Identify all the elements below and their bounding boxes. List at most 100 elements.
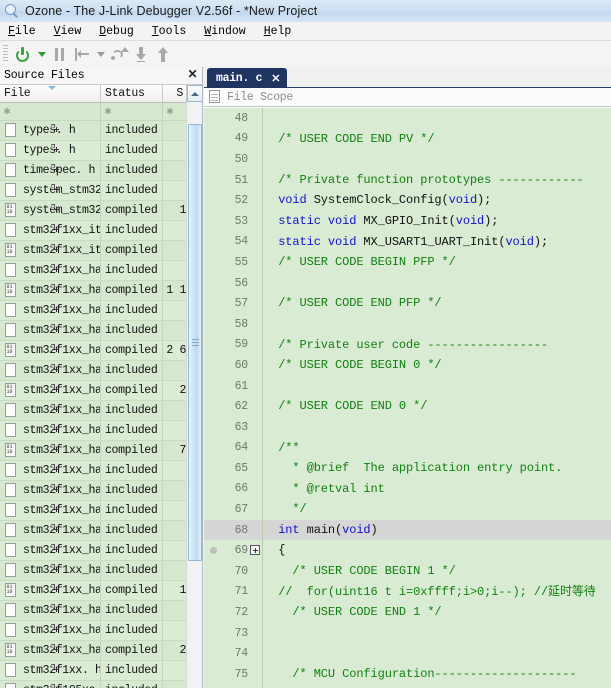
code-line[interactable]: 54 static void MX_USART1_UART_Init(void)… (204, 231, 611, 253)
line-gutter[interactable]: 57 (204, 293, 263, 314)
line-gutter[interactable]: 70 (204, 561, 263, 582)
source-file-row[interactable]: 01 10 stm32f1xx_ha compiled 7 (0, 441, 187, 461)
source-file-row[interactable]: 01 10 stm32f1xx_ha compiled 1 1 (0, 281, 187, 301)
source-file-row[interactable]: stm32f1xx_ha included (0, 481, 187, 501)
source-file-row[interactable]: 01 10 stm32f1xx_ha compiled 2 6 (0, 341, 187, 361)
menu-item-window[interactable]: Window (204, 25, 245, 38)
code-line[interactable]: 75 /* MCU Configuration-----------------… (204, 664, 611, 685)
code-line[interactable]: 61 (204, 375, 611, 397)
code-line[interactable]: 58 (204, 313, 611, 335)
source-files-scrollbar[interactable] (186, 102, 202, 688)
step-into-button[interactable] (130, 43, 152, 65)
line-gutter[interactable]: 58 (204, 313, 263, 335)
line-gutter[interactable]: 59 (204, 334, 263, 356)
tab-close-icon[interactable]: ✕ (271, 72, 280, 85)
line-gutter[interactable]: 72 (204, 602, 263, 623)
column-header-status[interactable]: Status (101, 85, 163, 102)
line-gutter[interactable]: 62 (204, 396, 263, 417)
code-line[interactable]: 71 // for(uint16 t i=0xffff;i>0;i--); //… (204, 581, 611, 603)
line-gutter[interactable]: 55 (204, 252, 263, 273)
line-gutter[interactable]: 75 (204, 664, 263, 685)
menu-item-tools[interactable]: Tools (152, 25, 187, 38)
menu-item-debug[interactable]: Debug (99, 25, 134, 38)
code-line[interactable]: 63 (204, 416, 611, 438)
code-line[interactable]: 76 (204, 684, 611, 688)
fold-expand-icon[interactable] (250, 544, 260, 555)
reset-dropdown[interactable] (93, 43, 108, 65)
close-icon[interactable]: ✕ (186, 68, 199, 81)
code-line[interactable]: 72 /* USER CODE END 1 */ (204, 602, 611, 623)
source-file-row[interactable]: stm32f1xx_ha included (0, 541, 187, 561)
line-gutter[interactable]: 68 (204, 519, 263, 541)
line-gutter[interactable]: 60 (204, 355, 263, 376)
code-line[interactable]: 70 /* USER CODE BEGIN 1 */ (204, 561, 611, 582)
code-line[interactable]: 62 /* USER CODE END 0 */ (204, 396, 611, 417)
menu-item-view[interactable]: View (54, 25, 82, 38)
source-file-row[interactable]: system_stm32 included (0, 181, 187, 201)
source-file-row[interactable]: stm32f1xx_ha included (0, 261, 187, 281)
code-line[interactable]: 50 (204, 149, 611, 170)
code-line[interactable]: 57 /* USER CODE END PFP */ (204, 293, 611, 314)
code-line[interactable]: 68 int main(void) (204, 519, 611, 541)
line-gutter[interactable]: 74 (204, 643, 263, 665)
source-file-row[interactable]: stm32f1xx. h included (0, 661, 187, 681)
code-line[interactable]: 52 void SystemClock_Config(void); (204, 190, 611, 211)
line-gutter[interactable]: 69 (204, 540, 263, 562)
code-line[interactable]: 60 /* USER CODE BEGIN 0 */ (204, 355, 611, 376)
code-line[interactable]: 48 (204, 108, 611, 129)
line-gutter[interactable]: 54 (204, 231, 263, 253)
line-gutter[interactable]: 71 (204, 581, 263, 603)
file-scope-bar[interactable]: File Scope (204, 88, 611, 107)
code-line[interactable]: 74 (204, 643, 611, 665)
code-line[interactable]: 65 * @brief The application entry point. (204, 458, 611, 479)
line-gutter[interactable]: 65 (204, 458, 263, 479)
code-line[interactable]: 64 /** (204, 437, 611, 459)
line-gutter[interactable]: 66 (204, 478, 263, 500)
power-button[interactable] (12, 43, 34, 65)
source-file-row[interactable]: 01 10 stm32f1xx_it compiled (0, 241, 187, 261)
line-gutter[interactable]: 50 (204, 149, 263, 170)
line-gutter[interactable]: 61 (204, 375, 263, 397)
line-gutter[interactable]: 76 (204, 684, 263, 688)
power-dropdown[interactable] (34, 43, 49, 65)
code-line[interactable]: 55 /* USER CODE BEGIN PFP */ (204, 252, 611, 273)
line-gutter[interactable]: 53 (204, 210, 263, 232)
source-file-row[interactable]: 01 10 system_stm32 compiled 1 (0, 201, 187, 221)
source-file-row[interactable]: stm32f1xx_ha included (0, 601, 187, 621)
line-gutter[interactable]: 67 (204, 499, 263, 520)
reset-button[interactable] (71, 43, 93, 65)
column-header-file[interactable]: File (0, 85, 101, 102)
line-gutter[interactable]: 73 (204, 622, 263, 644)
step-over-button[interactable] (108, 43, 130, 65)
line-gutter[interactable]: 51 (204, 169, 263, 191)
pause-button[interactable] (49, 43, 71, 65)
code-line[interactable]: 51 /* Private function prototypes ------… (204, 169, 611, 191)
filter-input-size[interactable]: ✻ (163, 103, 187, 121)
code-line[interactable]: 56 (204, 272, 611, 294)
source-file-row[interactable]: stm32f1xx_ha included (0, 421, 187, 441)
source-file-row[interactable]: stm32f1xx_ha included (0, 561, 187, 581)
source-file-row[interactable]: stm32f1xx_ha included (0, 361, 187, 381)
toolbar-grip[interactable] (3, 45, 8, 63)
source-file-row[interactable]: stm32f105xc. included (0, 681, 187, 688)
source-file-row[interactable]: stm32f1xx_ha included (0, 401, 187, 421)
source-file-row[interactable]: stm32f1xx_ha included (0, 321, 187, 341)
code-line[interactable]: 59 /* Private user code ----------------… (204, 334, 611, 356)
code-line[interactable]: 66 * @retval int (204, 478, 611, 500)
step-out-button[interactable] (152, 43, 174, 65)
source-file-row[interactable]: types. h included (0, 141, 187, 161)
source-file-row[interactable]: stm32f1xx_ha included (0, 461, 187, 481)
line-gutter[interactable]: 63 (204, 416, 263, 438)
source-files-list[interactable]: types. h included types. h included timespec… (0, 121, 187, 688)
code-view[interactable]: 48 49 /* USER CODE END PV */ 50 51 /* Priva… (204, 107, 611, 688)
line-gutter[interactable]: 48 (204, 108, 263, 129)
tab-main-c[interactable]: main. c ✕ (207, 68, 288, 88)
code-line[interactable]: 69 { (204, 540, 611, 562)
source-file-row[interactable]: 01 10 stm32f1xx_ha compiled 1 (0, 581, 187, 601)
source-file-row[interactable]: stm32f1xx_ha included (0, 621, 187, 641)
scroll-up-button[interactable] (187, 85, 202, 102)
line-gutter[interactable]: 64 (204, 437, 263, 459)
column-header-size[interactable]: S (163, 85, 187, 102)
source-file-row[interactable]: timespec. h included (0, 161, 187, 181)
source-file-row[interactable]: 01 10 stm32f1xx_ha compiled 2 (0, 641, 187, 661)
